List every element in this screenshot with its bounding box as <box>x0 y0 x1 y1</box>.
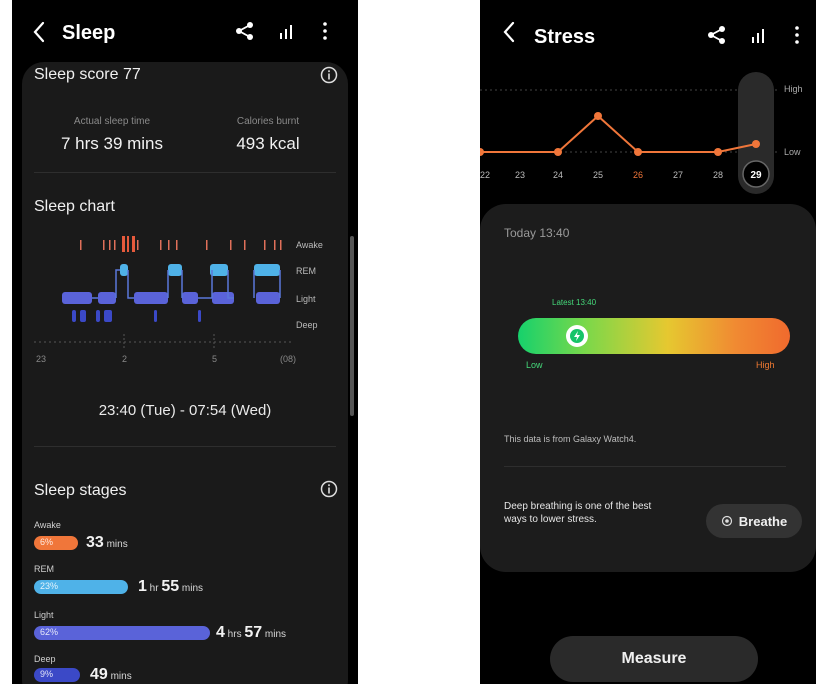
calories-label: Calories burnt <box>236 116 300 127</box>
sleep-card: Sleep score 77 Actual sleep time 7 hrs 3… <box>22 62 348 684</box>
timestamp: Today 13:40 <box>504 226 570 240</box>
app-bar: Stress <box>480 0 816 64</box>
low-label: Low <box>526 360 543 370</box>
day-22: 22 <box>480 170 490 180</box>
page-title: Sleep <box>62 22 116 44</box>
divider <box>34 172 336 173</box>
x-tick-08: (08) <box>280 354 296 364</box>
stage-value-awake: 33 mins <box>86 534 128 551</box>
more-options-icon[interactable] <box>786 24 808 46</box>
divider <box>504 466 786 467</box>
day-24: 24 <box>553 170 563 180</box>
stress-gauge <box>518 318 790 354</box>
x-tick-2: 2 <box>122 354 127 364</box>
divider <box>34 446 336 447</box>
latest-label: Latest 13:40 <box>552 298 597 307</box>
stage-bar-rem: 23% <box>34 580 128 594</box>
stress-details-panel: Today 13:40 Latest 13:40 Low High This d… <box>480 204 816 572</box>
sleep-chart: Awake REM Light Deep 23 2 5 (08) <box>34 236 323 364</box>
scrollbar[interactable] <box>350 236 354 416</box>
level-label-light: Light <box>296 294 316 304</box>
day-23: 23 <box>515 170 525 180</box>
stage-bar-awake: 6% <box>34 536 78 550</box>
high-label: High <box>756 360 775 370</box>
stats-icon[interactable] <box>276 20 298 42</box>
more-options-icon[interactable] <box>314 20 336 42</box>
stage-bar-deep: 9% <box>34 668 80 682</box>
breathe-button[interactable]: Breathe <box>706 504 802 538</box>
info-icon[interactable] <box>320 66 338 84</box>
level-high: High <box>784 84 803 94</box>
x-tick-23: 23 <box>36 354 46 364</box>
sleep-screen: Sleep Sleep score 77 Actual sleep time 7… <box>12 0 358 684</box>
sleep-score: Sleep score 77 <box>34 66 141 83</box>
day-25: 25 <box>593 170 603 180</box>
stage-label-awake: Awake <box>34 520 61 530</box>
stage-value-deep: 49 mins <box>90 666 132 683</box>
share-icon[interactable] <box>706 24 728 46</box>
rem-stage-blocks <box>120 264 280 276</box>
deep-stage-blocks <box>72 310 201 322</box>
stage-label-rem: REM <box>34 564 54 574</box>
breathing-tip: Deep breathing is one of the best ways t… <box>504 501 652 525</box>
actual-sleep-value: 7 hrs 39 mins <box>60 134 164 153</box>
sleep-stages-title: Sleep stages <box>34 482 127 499</box>
level-low: Low <box>784 147 801 157</box>
stress-line <box>480 114 757 153</box>
measure-button[interactable]: Measure <box>550 636 758 682</box>
info-icon[interactable] <box>320 480 338 498</box>
calories-value: 493 kcal <box>236 134 300 153</box>
back-icon[interactable] <box>498 18 522 46</box>
data-source: This data is from Galaxy Watch4. <box>504 434 637 444</box>
level-label-rem: REM <box>296 266 316 276</box>
sleep-time-range: 23:40 (Tue) - 07:54 (Wed) <box>98 402 272 419</box>
x-tick-5: 5 <box>212 354 217 364</box>
stress-screen: Stress High Low 22 23 24 25 26 27 28 29 … <box>480 0 816 684</box>
level-label-deep: Deep <box>296 320 318 330</box>
stress-trend-chart: High Low 22 23 24 25 26 27 28 29 <box>480 72 803 194</box>
awake-markers <box>80 236 282 252</box>
share-icon[interactable] <box>234 20 256 42</box>
stats-icon[interactable] <box>748 24 770 46</box>
page-title: Stress <box>534 26 596 48</box>
sleep-chart-title: Sleep chart <box>34 198 115 215</box>
level-label-awake: Awake <box>296 240 323 250</box>
day-27: 27 <box>673 170 683 180</box>
app-bar: Sleep <box>12 0 358 64</box>
gauge-marker <box>566 325 589 347</box>
stage-bar-light: 62% <box>34 626 210 640</box>
actual-sleep-label: Actual sleep time <box>73 116 151 127</box>
stage-value-light: 4 hrs 57 mins <box>216 624 287 641</box>
back-icon[interactable] <box>28 18 52 46</box>
stage-value-rem: 1 hr 55 mins <box>138 578 204 595</box>
day-29: 29 <box>750 170 762 181</box>
stage-label-deep: Deep <box>34 654 56 664</box>
day-28: 28 <box>713 170 723 180</box>
lightning-icon <box>570 329 585 343</box>
day-26: 26 <box>633 170 643 180</box>
breathe-icon <box>721 515 732 527</box>
stage-label-light: Light <box>34 610 54 620</box>
